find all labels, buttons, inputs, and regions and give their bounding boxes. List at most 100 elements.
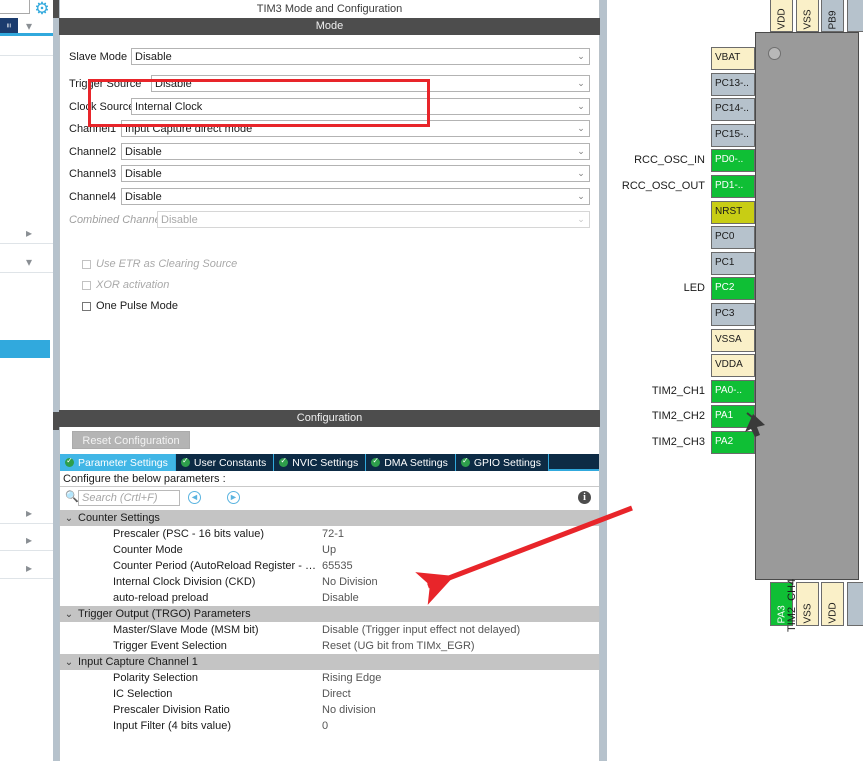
checkbox-icon [82, 259, 91, 269]
chevron-down-icon[interactable]: ▾ [26, 256, 32, 268]
parameter-value[interactable]: 0 [322, 720, 599, 732]
chevron-down-icon[interactable]: ⌄ [60, 657, 78, 668]
parameter-row[interactable]: Counter Period (AutoReload Register - 16… [60, 558, 599, 574]
chip-pin-bottom[interactable] [846, 582, 863, 626]
parameter-row[interactable]: Internal Clock Division (CKD) No Division [60, 574, 599, 590]
mode-field-combobox[interactable]: Disable ⌄ [121, 188, 590, 205]
parameter-row[interactable]: Prescaler Division Ratio No division [60, 702, 599, 718]
chip-pin-left[interactable]: PC14-.. [711, 98, 755, 122]
checkbox-icon[interactable] [82, 301, 91, 311]
chevron-down-icon[interactable]: ⌄ [573, 101, 589, 112]
parameter-row[interactable]: IC Selection Direct [60, 686, 599, 702]
chip-pin-top[interactable]: PB9 [821, 0, 844, 32]
chevron-down-icon[interactable]: ⌄ [573, 51, 589, 62]
sidebar-input-box[interactable] [0, 0, 30, 14]
chip-pin-left[interactable]: PC13-.. [711, 72, 755, 96]
sidebar-tab-partial[interactable]: ≡ [0, 18, 18, 33]
parameter-row[interactable]: auto-reload preload Disable [60, 590, 599, 606]
search-input[interactable]: Search (Crtl+F) [78, 490, 180, 506]
parameter-value[interactable]: Up [322, 544, 599, 556]
chevron-down-icon[interactable]: ⌄ [573, 123, 589, 134]
chevron-down-icon[interactable]: ⌄ [573, 78, 589, 89]
parameter-name: Input Filter (4 bits value) [113, 720, 231, 732]
parameter-value[interactable]: 65535 [322, 560, 599, 572]
chip-pin-left[interactable]: VDDA [711, 354, 755, 378]
parameter-row[interactable]: Master/Slave Mode (MSM bit) Disable (Trig… [60, 622, 599, 638]
chip-package-body[interactable] [755, 32, 859, 580]
chevron-down-icon[interactable]: ⌄ [573, 191, 589, 202]
parameter-group-header[interactable]: ⌄ Input Capture Channel 1 [60, 654, 599, 670]
chevron-down-icon[interactable]: ⌄ [573, 168, 589, 179]
mode-field-row: Channel3 Disable ⌄ [69, 165, 590, 182]
chevron-down-icon[interactable]: ⌄ [60, 513, 78, 524]
tab-user-constants[interactable]: User Constants [175, 454, 275, 471]
parameter-row[interactable]: Trigger Event Selection Reset (UG bit fro… [60, 638, 599, 654]
chip-pin-top[interactable] [846, 0, 863, 32]
chip-pin-left[interactable]: PC0 [711, 226, 755, 250]
chip-pin-left[interactable]: NRST [711, 200, 755, 224]
chevron-down-icon[interactable]: ⌄ [573, 146, 589, 157]
chevron-down-icon[interactable]: ⌄ [573, 214, 589, 225]
chip-pin-left[interactable]: PD0-.. [711, 149, 755, 173]
chip-pin-left[interactable]: PC2 [711, 277, 755, 301]
chevron-right-icon[interactable]: ▸ [26, 507, 32, 519]
chip-pin-left[interactable]: PA1 [711, 405, 755, 429]
chip-pin-name: PC14-.. [715, 103, 749, 115]
chip-pin-top[interactable]: VDD [770, 0, 793, 32]
chip-pin-bottom[interactable]: VSS [795, 582, 819, 626]
parameter-row[interactable]: Counter Mode Up [60, 542, 599, 558]
parameter-value[interactable]: Rising Edge [322, 672, 599, 684]
mode-field-combobox[interactable]: Disable ⌄ [121, 143, 590, 160]
mode-checkbox-row[interactable]: One Pulse Mode [82, 299, 178, 313]
chip-pin-left[interactable]: PA0-.. [711, 379, 755, 403]
parameter-row[interactable]: Polarity Selection Rising Edge [60, 670, 599, 686]
parameter-value[interactable]: Reset (UG bit from TIMx_EGR) [322, 640, 599, 652]
configuration-tabs: Parameter Settings User Constants NVIC Set… [60, 454, 599, 471]
chip-pin-left[interactable]: VBAT [711, 47, 755, 70]
page-title: TIM3 Mode and Configuration [59, 0, 600, 18]
chip-pin-left[interactable]: PC1 [711, 251, 755, 275]
chevron-right-icon[interactable]: ▸ [26, 534, 32, 546]
chip-pin-bottom[interactable]: VDD [821, 582, 844, 626]
chip-pin-top[interactable]: VSS [795, 0, 819, 32]
sidebar-divider [0, 55, 59, 56]
panel-vertical-splitter[interactable] [600, 0, 607, 761]
parameter-row[interactable]: Prescaler (PSC - 16 bits value) 72-1 [60, 526, 599, 542]
parameter-name: Master/Slave Mode (MSM bit) [113, 624, 259, 636]
chevron-right-icon[interactable]: ▸ [26, 227, 32, 239]
tab-parameter-settings[interactable]: Parameter Settings [60, 454, 176, 471]
search-prev-icon[interactable]: ◄ [188, 491, 201, 504]
chip-pinout-view[interactable]: VBAT PC13-.. PC14-.. PC15-.. PD0-.. RCC_OSC_I… [607, 0, 863, 761]
chevron-right-icon[interactable]: ▸ [26, 562, 32, 574]
check-circle-icon [180, 456, 190, 467]
info-icon[interactable]: i [578, 491, 591, 504]
gear-icon[interactable]: ⚙ [33, 0, 51, 18]
mode-field-combobox[interactable]: Disable ⌄ [131, 48, 590, 65]
tab-dma-settings[interactable]: DMA Settings [366, 454, 456, 471]
parameter-name: Counter Period (AutoReload Register - 16… [113, 560, 322, 572]
parameter-group-header[interactable]: ⌄ Counter Settings [60, 510, 599, 526]
reset-configuration-button[interactable]: Reset Configuration [72, 431, 190, 449]
parameter-value[interactable]: 72-1 [322, 528, 599, 540]
mode-field-combobox[interactable]: Disable ⌄ [121, 165, 590, 182]
parameter-value[interactable]: Disable (Trigger input effect not delaye… [322, 624, 599, 636]
parameter-value[interactable]: No Division [322, 576, 599, 588]
parameter-group-header[interactable]: ⌄ Trigger Output (TRGO) Parameters [60, 606, 599, 622]
chip-pin-left[interactable]: VSSA [711, 328, 755, 352]
parameter-name: Polarity Selection [113, 672, 198, 684]
parameter-row[interactable]: Input Filter (4 bits value) 0 [60, 718, 599, 734]
parameter-value[interactable]: Disable [322, 592, 599, 604]
parameter-value[interactable]: No division [322, 704, 599, 716]
chip-pin-left[interactable]: PC15-.. [711, 123, 755, 147]
chip-pin-left[interactable]: PC3 [711, 303, 755, 326]
chip-pin-name: PC1 [715, 256, 735, 268]
tab-nvic-settings[interactable]: NVIC Settings [274, 454, 367, 471]
chevron-down-icon[interactable]: ▾ [26, 20, 32, 32]
chevron-down-icon[interactable]: ⌄ [60, 609, 78, 620]
sidebar-selected-item[interactable] [0, 340, 50, 358]
chip-pin-left[interactable]: PA2 [711, 431, 755, 454]
parameter-value[interactable]: Direct [322, 688, 599, 700]
tab-gpio-settings[interactable]: GPIO Settings [455, 454, 549, 471]
chip-pin-left[interactable]: PD1-.. [711, 175, 755, 198]
search-next-icon[interactable]: ► [227, 491, 240, 504]
